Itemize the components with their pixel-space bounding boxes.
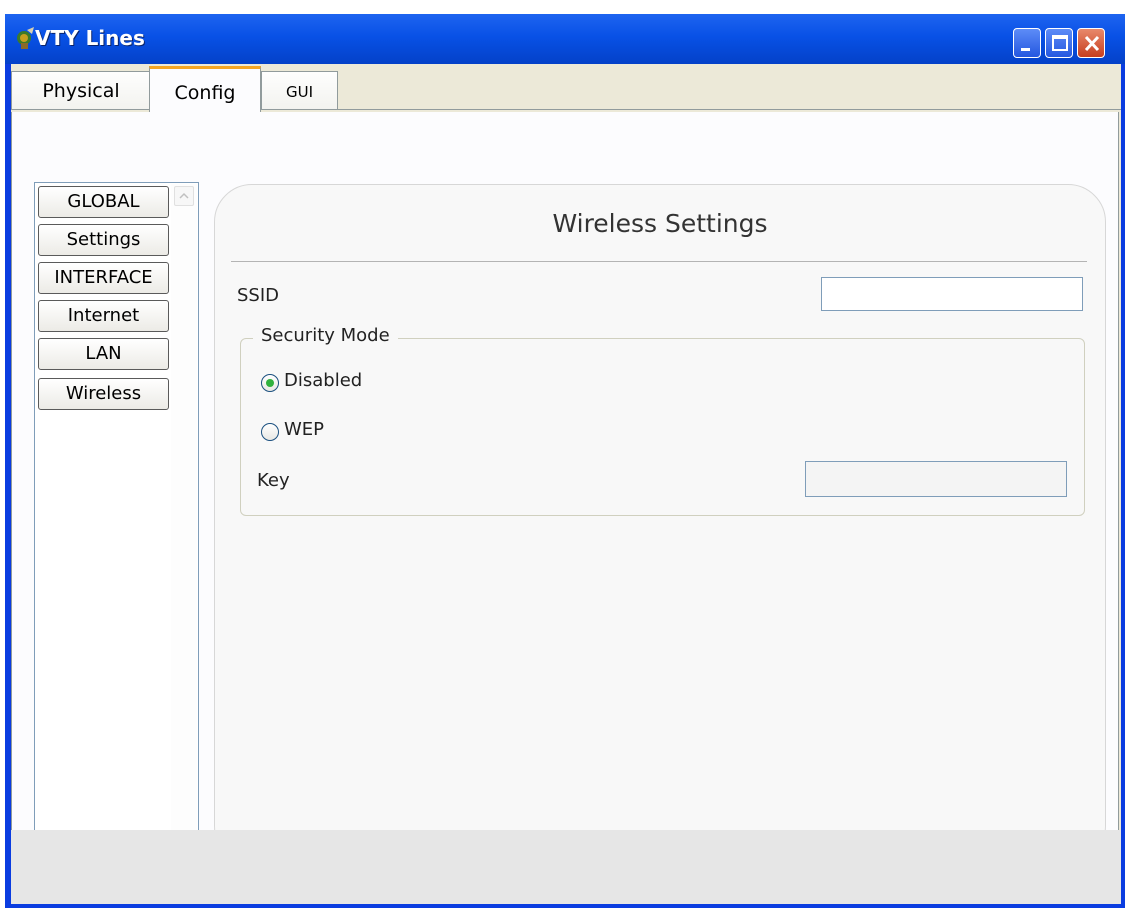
nav-internet-button[interactable]: Internet: [38, 300, 169, 332]
client-area: Physical GUI Config GLOBAL Settings INTE…: [11, 64, 1121, 904]
tab-physical[interactable]: Physical: [11, 71, 151, 109]
title-divider: [231, 261, 1087, 262]
nav-scrollbar[interactable]: [171, 184, 197, 857]
radio-selected-dot: [266, 379, 274, 387]
tab-config[interactable]: Config: [149, 66, 261, 112]
nav-lan-button[interactable]: LAN: [38, 338, 169, 370]
ssid-label: SSID: [237, 285, 280, 306]
config-nav-list: GLOBAL Settings INTERFACE Internet LAN W…: [34, 182, 199, 859]
app-window: VTY Lines Physical GUI Config GLOBAL Set…: [5, 14, 1125, 908]
minimize-button[interactable]: [1013, 28, 1041, 58]
status-area: [11, 830, 1121, 904]
maximize-button[interactable]: [1045, 28, 1073, 58]
tab-gui[interactable]: GUI: [261, 71, 338, 109]
close-button[interactable]: [1077, 28, 1105, 58]
nav-wireless-button[interactable]: Wireless: [38, 378, 169, 410]
wireless-settings-card: Wireless Settings SSID Security Mode Dis…: [214, 184, 1106, 864]
chevron-up-icon: [179, 192, 189, 199]
window-title: VTY Lines: [35, 26, 145, 50]
scroll-up-button[interactable]: [174, 186, 194, 206]
minimize-icon: [1021, 48, 1030, 51]
radio-disabled[interactable]: [261, 374, 279, 392]
nav-settings-button[interactable]: Settings: [38, 224, 169, 256]
close-icon: [1084, 35, 1100, 52]
card-title: Wireless Settings: [552, 209, 768, 238]
ssid-input[interactable]: [821, 277, 1083, 311]
nav-interface-button[interactable]: INTERFACE: [38, 262, 169, 294]
security-mode-legend: Security Mode: [253, 325, 398, 346]
nav-global-button[interactable]: GLOBAL: [38, 186, 169, 218]
radio-disabled-label[interactable]: Disabled: [284, 370, 362, 391]
config-panel: GLOBAL Settings INTERFACE Internet LAN W…: [11, 112, 1119, 864]
radio-wep-label[interactable]: WEP: [284, 419, 324, 440]
maximize-icon: [1052, 35, 1068, 51]
tab-bar: Physical GUI Config: [11, 64, 1121, 112]
security-mode-group: Security Mode Disabled WEP Key: [240, 325, 1085, 516]
key-label: Key: [257, 470, 290, 491]
title-bar[interactable]: VTY Lines: [5, 14, 1125, 64]
key-input[interactable]: [805, 461, 1067, 497]
app-icon: [17, 27, 34, 49]
radio-wep[interactable]: [261, 423, 279, 441]
